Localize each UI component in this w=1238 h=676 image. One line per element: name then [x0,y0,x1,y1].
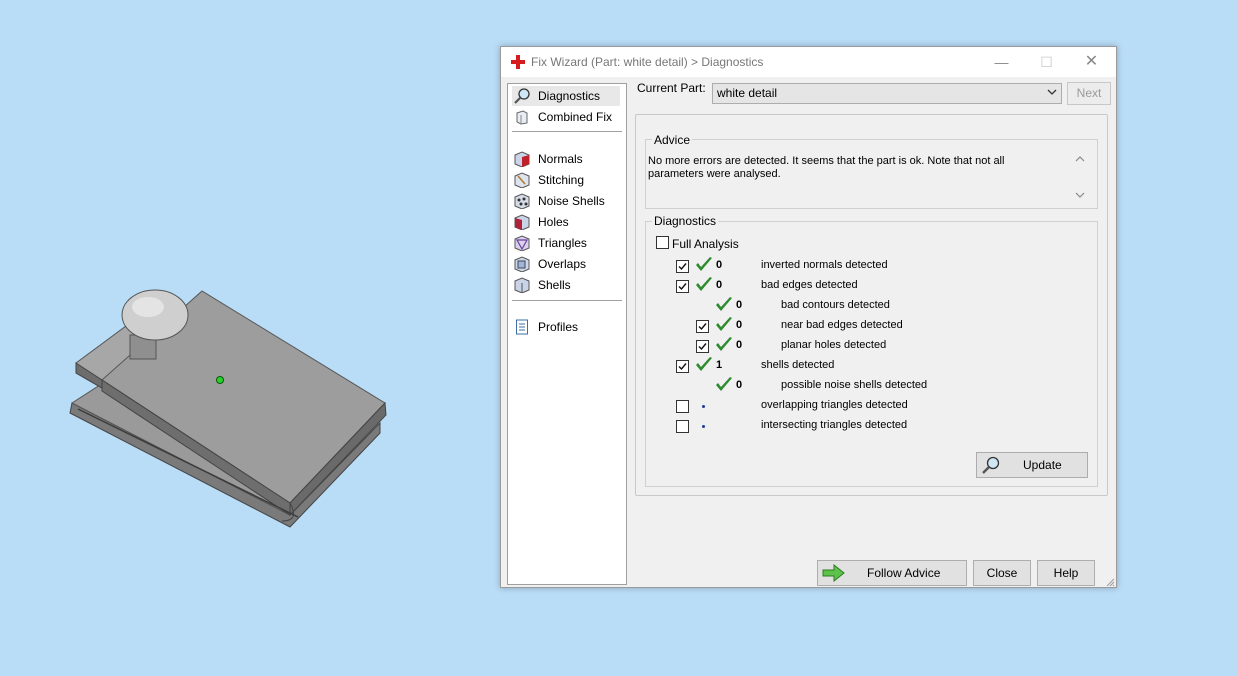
update-button[interactable]: Update [976,452,1088,478]
scroll-up-icon[interactable] [1075,155,1085,165]
sidebar-item-shells[interactable]: Shells [512,275,620,295]
pending-dot-icon [702,425,705,428]
sidebar-item-diagnostics[interactable]: Diagnostics [512,86,620,106]
close-button[interactable]: Close [973,560,1031,586]
diagnostic-count: 0 [736,299,743,311]
current-part-label: Current Part: [637,81,706,95]
normals-icon [512,150,532,168]
holes-icon [512,213,532,231]
profiles-icon [512,318,532,336]
help-button[interactable]: Help [1037,560,1095,586]
arrow-right-icon [822,563,846,590]
noise-shells-icon [512,192,532,210]
sidebar-item-label: Triangles [538,236,587,250]
green-check-icon [715,297,733,313]
overlaps-icon [512,255,532,273]
diagnostic-checkbox[interactable] [696,320,709,333]
sidebar-item-label: Overlaps [538,257,587,271]
chevron-down-icon [1047,85,1057,102]
wizard-sidebar: Diagnostics Combined Fix Normals Stitchi… [507,83,627,585]
green-check-icon [715,337,733,353]
diagnostic-label: bad contours detected [781,299,890,311]
green-check-icon [695,277,713,293]
advice-scrollbar[interactable] [1073,155,1087,201]
diagnostic-count: 1 [716,359,723,371]
part-3d-model[interactable] [60,285,400,535]
scroll-down-icon[interactable] [1075,191,1085,201]
current-part-value: white detail [717,86,778,100]
diagnostics-title: Diagnostics [652,214,719,228]
sidebar-item-stitching[interactable]: Stitching [512,170,620,190]
sidebar-item-normals[interactable]: Normals [512,149,620,169]
diagnostic-checkbox[interactable] [676,400,689,413]
sidebar-item-overlaps[interactable]: Overlaps [512,254,620,274]
sidebar-item-label: Shells [538,278,571,292]
sidebar-item-holes[interactable]: Holes [512,212,620,232]
magnifier-icon [981,455,1001,478]
stitching-icon [512,171,532,189]
resize-grip-icon[interactable] [1105,576,1115,587]
combined-fix-icon [512,108,532,126]
diagnostic-checkbox[interactable] [676,280,689,293]
diagnostic-checkbox[interactable] [696,340,709,353]
advice-text: No more errors are detected. It seems th… [648,155,1005,180]
diagnostic-checkbox[interactable] [676,260,689,273]
diagnostic-label: intersecting triangles detected [761,419,908,431]
sidebar-item-triangles[interactable]: Triangles [512,233,620,253]
sidebar-item-label: Normals [538,152,583,166]
diagnostic-count: 0 [716,279,723,291]
follow-advice-button[interactable]: Follow Advice [817,560,967,586]
sidebar-item-noise-shells[interactable]: Noise Shells [512,191,620,211]
sidebar-item-label: Stitching [538,173,585,187]
follow-advice-label: Follow Advice [867,566,941,580]
shells-icon [512,276,532,294]
update-label: Update [1023,458,1062,472]
diagnostic-checkbox[interactable] [676,420,689,433]
sidebar-item-combined-fix[interactable]: Combined Fix [512,107,620,127]
sidebar-item-label: Profiles [538,320,579,334]
diagnostic-label: bad edges detected [761,279,858,291]
fix-wizard-dialog: Fix Wizard (Part: white detail) > Diagno… [500,46,1117,588]
diagnostic-count: 0 [736,379,743,391]
advice-title: Advice [652,133,693,147]
green-check-icon [715,377,733,393]
green-check-icon [695,257,713,273]
sidebar-divider [512,300,622,301]
diagnostic-label: inverted normals detected [761,259,888,271]
diagnostics-panel: Advice No more errors are detected. It s… [635,114,1108,496]
full-analysis-label: Full Analysis [672,237,739,251]
pending-dot-icon [702,405,705,408]
current-part-select[interactable]: white detail [712,83,1062,104]
full-analysis-checkbox[interactable] [656,236,669,249]
magnifier-icon [512,87,532,105]
minimize-button[interactable]: — [979,47,1024,77]
diagnostic-label: near bad edges detected [781,319,903,331]
sidebar-item-profiles[interactable]: Profiles [512,317,620,337]
sidebar-item-label: Combined Fix [538,110,613,124]
diagnostic-checkbox[interactable] [676,360,689,373]
diagnostic-label: planar holes detected [781,339,887,351]
green-check-icon [715,317,733,333]
maximize-button[interactable]: ☐ [1024,47,1069,77]
triangles-icon [512,234,532,252]
sidebar-item-label: Holes [538,215,569,229]
close-window-button[interactable]: ✕ [1069,47,1114,77]
diagnostic-label: possible noise shells detected [781,379,928,391]
diagnostic-count: 0 [736,339,743,351]
title-bar[interactable]: Fix Wizard (Part: white detail) > Diagno… [501,47,1116,77]
green-check-icon [695,357,713,373]
diagnostic-count: 0 [716,259,723,271]
window-title: Fix Wizard (Part: white detail) > Diagno… [531,55,764,69]
red-cross-icon [511,55,525,72]
sidebar-item-label: Diagnostics [538,89,601,103]
diagnostic-label: overlapping triangles detected [761,399,908,411]
sidebar-divider [512,131,622,132]
diagnostic-label: shells detected [761,359,835,371]
next-button[interactable]: Next [1067,82,1111,105]
sidebar-item-label: Noise Shells [538,194,605,208]
diagnostic-count: 0 [736,319,743,331]
